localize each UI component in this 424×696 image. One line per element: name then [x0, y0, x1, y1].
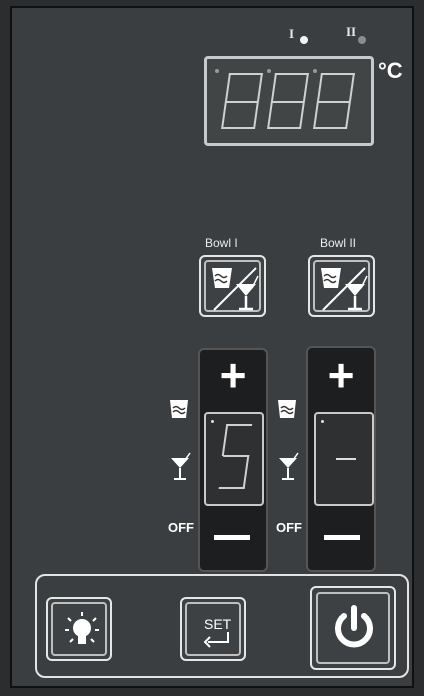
light-bulb-icon [65, 612, 99, 644]
digit-segment [225, 73, 263, 101]
bowl-one-label: Bowl I [205, 236, 238, 250]
decimal-dot [215, 69, 219, 73]
indicator-led-two [358, 36, 366, 44]
temperature-unit: °C [378, 58, 403, 83]
bowl-ice-icon [170, 400, 188, 418]
indicator-label-one: I [289, 26, 295, 41]
light-button[interactable] [46, 597, 112, 661]
enter-arrow-icon [203, 632, 229, 648]
digit-segment [221, 424, 253, 456]
bowl-two-mode-button[interactable] [308, 255, 375, 317]
digit-segment [267, 101, 305, 129]
digit-segment [313, 101, 351, 129]
bowl-one-mode-button[interactable] [199, 255, 266, 317]
bowl-cocktail-icon [321, 267, 368, 311]
decimal-dot [321, 420, 324, 423]
zone-one-display: 5 [204, 412, 264, 506]
decimal-dot [267, 69, 271, 73]
decimal-dot [313, 69, 317, 73]
digit-segment [317, 73, 355, 101]
decimal-dot [211, 420, 214, 423]
zone-one-plus-button[interactable]: + [198, 352, 268, 398]
zone-one-minus-button[interactable] [214, 535, 250, 540]
indicator-led-one [300, 36, 308, 44]
cocktail-glass-icon [171, 452, 191, 480]
zone-one-off-label: OFF [168, 520, 194, 535]
zone-two-plus-button[interactable]: + [306, 352, 376, 398]
cocktail-glass-icon [279, 452, 299, 480]
power-button[interactable] [310, 586, 396, 670]
set-button[interactable]: SET [180, 597, 246, 661]
bowl-two-label: Bowl II [320, 236, 357, 250]
digit-segment [218, 455, 250, 489]
digit-segment [221, 101, 259, 129]
temperature-display: 888 [204, 56, 374, 146]
bowl-ice-icon [278, 400, 296, 418]
digit-segment [336, 458, 356, 460]
zone-two-minus-button[interactable] [324, 535, 360, 540]
zone-two-display: - [314, 412, 374, 506]
power-icon [335, 605, 373, 648]
bowl-cocktail-icon [212, 267, 259, 311]
indicator-label-two: II [346, 24, 357, 39]
digit-segment [271, 73, 309, 101]
zone-two-off-label: OFF [276, 520, 302, 535]
